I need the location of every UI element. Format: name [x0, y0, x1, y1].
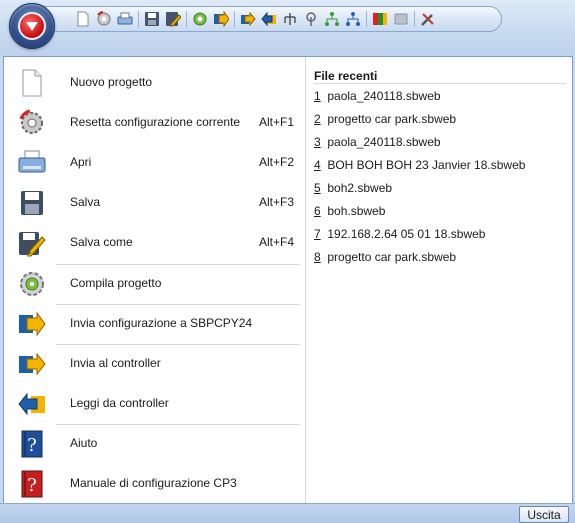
menu-item-configuration-manual[interactable]: ? Manuale di configurazione CP3	[18, 464, 304, 504]
menu-item-send-configuration[interactable]: Invia configurazione a SBPCPY24	[18, 304, 304, 344]
recent-file-name: BOH BOH BOH 23 Janvier 18.sbweb	[327, 158, 526, 172]
open-printer-icon[interactable]	[117, 11, 133, 27]
recent-file-item[interactable]: 1 paola_240118.sbweb	[314, 89, 441, 107]
tools-icon[interactable]	[420, 11, 436, 27]
menu-item-label: Compila progetto	[70, 276, 162, 290]
device-disabled-icon[interactable]	[393, 11, 409, 27]
toolbar-separator	[414, 11, 415, 27]
recent-files-divider	[314, 83, 566, 84]
menu-item-label: Leggi da controller	[70, 396, 169, 410]
toolbar-separator	[186, 11, 187, 27]
open-printer-icon	[18, 147, 46, 179]
manual-book-icon: ?	[18, 468, 46, 500]
recent-file-number: 7	[314, 227, 321, 241]
shortcut-label: Alt+F1	[259, 115, 295, 129]
toolbar-separator	[138, 11, 139, 27]
recent-file-name: progetto car park.sbweb	[327, 112, 457, 126]
shortcut-label: Alt+F3	[259, 195, 295, 209]
svg-text:?: ?	[27, 435, 37, 456]
floppy-disk-icon	[18, 187, 46, 219]
recent-file-item[interactable]: 5 boh2.sbweb	[314, 181, 392, 199]
quick-access-toolbar-area	[0, 0, 575, 56]
menu-item-label: Aiuto	[70, 436, 98, 450]
send-arrow-icon[interactable]	[240, 11, 256, 27]
recent-files-title: File recenti	[314, 69, 378, 83]
menu-footer: Uscita	[0, 503, 575, 523]
toolbar-separator	[366, 11, 367, 27]
reset-gear-icon	[18, 107, 46, 139]
application-menu-button[interactable]	[9, 3, 55, 49]
shortcut-label: Alt+F2	[259, 155, 295, 169]
compile-gear-icon[interactable]	[192, 11, 208, 27]
menu-item-label: Invia al controller	[70, 356, 161, 370]
help-book-icon: ?	[18, 428, 46, 460]
menu-item-label: Nuovo progetto	[70, 75, 153, 89]
recent-file-name: progetto car park.sbweb	[327, 250, 457, 264]
save-as-pencil-icon	[18, 227, 46, 259]
send-config-icon	[18, 308, 46, 340]
new-document-icon[interactable]	[75, 11, 91, 27]
menu-item-read-from-controller[interactable]: Leggi da controller	[18, 384, 304, 424]
recent-file-name: 192.168.2.64 05 01 18.sbweb	[327, 227, 486, 241]
menu-item-save[interactable]: Salva Alt+F3	[18, 183, 304, 223]
recent-file-number: 2	[314, 112, 321, 126]
toolbar-separator	[234, 11, 235, 27]
menu-item-save-as[interactable]: Salva come Alt+F4	[18, 223, 304, 263]
antenna-icon[interactable]	[303, 11, 319, 27]
recent-file-number: 6	[314, 204, 321, 218]
recent-file-item[interactable]: 4 BOH BOH BOH 23 Janvier 18.sbweb	[314, 158, 525, 176]
menu-item-label: Salva come	[70, 235, 133, 249]
menu-commands: Nuovo progetto Resetta configurazione co…	[4, 57, 306, 504]
recent-file-name: boh.sbweb	[327, 204, 386, 218]
recent-file-name: boh2.sbweb	[327, 181, 393, 195]
recent-file-number: 4	[314, 158, 321, 172]
menu-item-compile-project[interactable]: Compila progetto	[18, 264, 304, 304]
floppy-disk-icon[interactable]	[144, 11, 160, 27]
recent-file-name: paola_240118.sbweb	[327, 135, 441, 149]
send-arrow-icon	[18, 348, 46, 380]
menu-item-label: Invia configurazione a SBPCPY24	[70, 316, 253, 330]
reset-gear-icon[interactable]	[96, 11, 112, 27]
quick-access-toolbar	[40, 6, 502, 32]
network-blue-icon[interactable]	[345, 11, 361, 27]
recent-file-number: 1	[314, 89, 321, 103]
recent-files-panel: File recenti 1 paola_240118.sbweb 2 prog…	[307, 57, 573, 504]
save-as-pencil-icon[interactable]	[165, 11, 181, 27]
recent-file-item[interactable]: 2 progetto car park.sbweb	[314, 112, 456, 130]
colors-flag-icon[interactable]	[372, 11, 388, 27]
app-logo-icon	[18, 12, 46, 40]
menu-item-label: Salva	[70, 195, 101, 209]
exit-button[interactable]: Uscita	[519, 506, 569, 523]
network-tree-icon[interactable]	[282, 11, 298, 27]
send-config-icon[interactable]	[213, 11, 229, 27]
menu-item-label: Manuale di configurazione CP3	[70, 476, 237, 490]
compile-gear-icon	[18, 268, 46, 300]
svg-text:?: ?	[27, 475, 37, 496]
recent-file-number: 3	[314, 135, 321, 149]
read-arrow-icon[interactable]	[261, 11, 277, 27]
recent-file-item[interactable]: 3 paola_240118.sbweb	[314, 135, 441, 153]
menu-item-send-to-controller[interactable]: Invia al controller	[18, 344, 304, 384]
recent-file-item[interactable]: 6 boh.sbweb	[314, 204, 385, 222]
menu-item-label: Apri	[70, 155, 92, 169]
recent-file-name: paola_240118.sbweb	[327, 89, 441, 103]
new-document-icon	[18, 67, 46, 99]
menu-item-open[interactable]: Apri Alt+F2	[18, 143, 304, 183]
menu-item-label: Resetta configurazione corrente	[70, 115, 241, 129]
recent-file-number: 8	[314, 250, 321, 264]
read-arrow-icon	[18, 388, 46, 420]
shortcut-label: Alt+F4	[259, 235, 295, 249]
recent-file-item[interactable]: 8 progetto car park.sbweb	[314, 250, 456, 268]
application-menu: Nuovo progetto Resetta configurazione co…	[3, 56, 573, 504]
recent-file-item[interactable]: 7 192.168.2.64 05 01 18.sbweb	[314, 227, 485, 245]
menu-item-new-project[interactable]: Nuovo progetto	[18, 63, 304, 103]
menu-item-reset-configuration[interactable]: Resetta configurazione corrente Alt+F1	[18, 103, 304, 143]
network-green-icon[interactable]	[324, 11, 340, 27]
menu-item-help[interactable]: ? Aiuto	[18, 424, 304, 464]
recent-file-number: 5	[314, 181, 321, 195]
